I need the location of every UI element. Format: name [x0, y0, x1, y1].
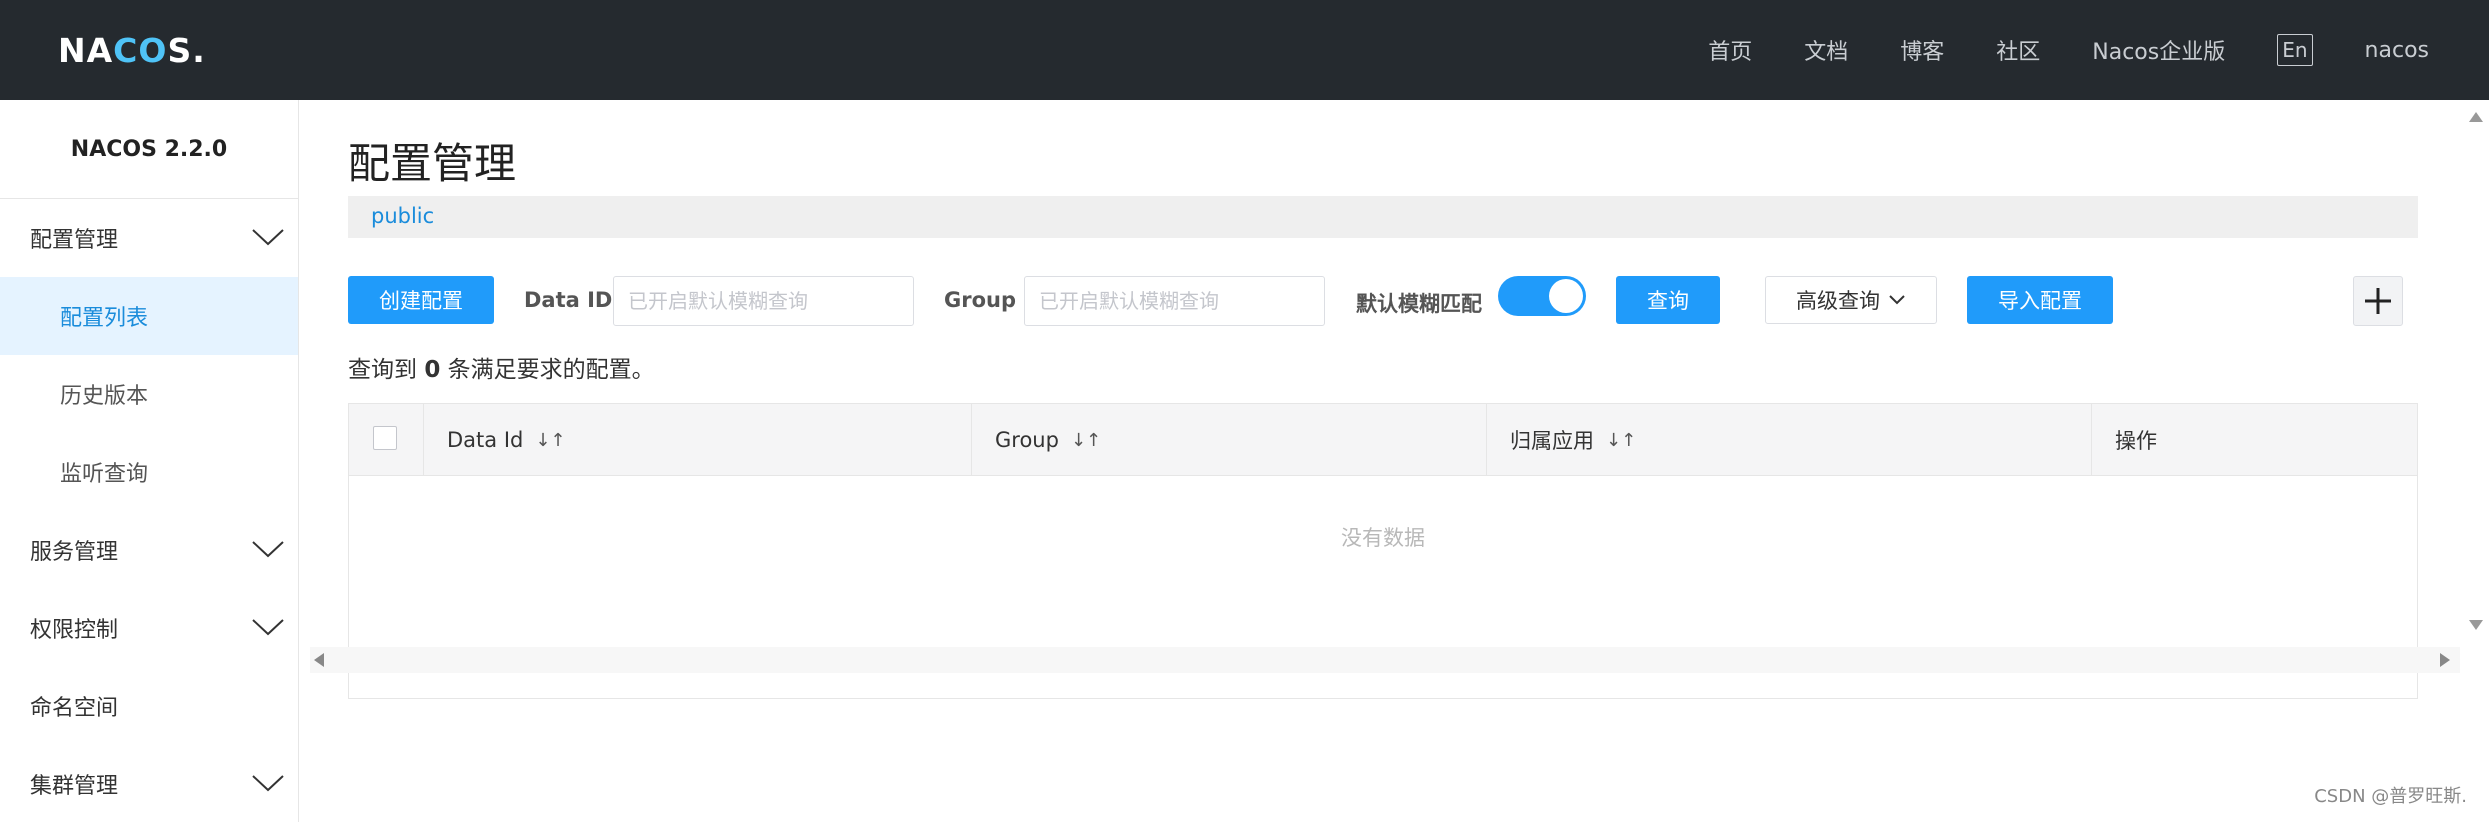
scroll-down-arrow-icon[interactable]: [2469, 620, 2483, 630]
result-count: 0: [424, 357, 441, 383]
column-label: Group: [995, 428, 1059, 452]
advanced-query-dropdown[interactable]: 高级查询: [1765, 276, 1937, 324]
fuzzy-match-label: 默认模糊匹配: [1356, 292, 1482, 316]
result-prefix: 查询到: [348, 357, 417, 383]
sidebar-item-cluster-management[interactable]: 集群管理: [0, 745, 298, 822]
horizontal-scrollbar[interactable]: [310, 647, 2460, 673]
result-suffix: 条满足要求的配置。: [447, 357, 655, 383]
namespace-link-public[interactable]: public: [371, 204, 434, 228]
empty-state-text: 没有数据: [1341, 526, 1425, 550]
sort-icon[interactable]: ↓↑: [1606, 430, 1636, 451]
import-config-button[interactable]: 导入配置: [1967, 276, 2113, 324]
chevron-down-icon: [1889, 295, 1905, 305]
sidebar-item-label: 命名空间: [30, 696, 119, 721]
sidebar-item-config-list[interactable]: 配置列表: [0, 277, 298, 355]
toggle-knob: [1549, 279, 1583, 313]
sidebar: NACOS 2.2.0 配置管理 配置列表 历史版本 监听查询 服务管理 权限控…: [0, 100, 299, 822]
table-header: Data Id ↓↑ Group ↓↑ 归属应用 ↓↑ 操作: [349, 404, 2417, 476]
query-button[interactable]: 查询: [1616, 276, 1720, 324]
data-id-input[interactable]: [613, 276, 914, 326]
logo-text-prefix: NA: [58, 30, 114, 70]
top-nav-links: 首页 文档 博客 社区 Nacos企业版 En nacos: [1656, 0, 2429, 100]
nav-home-link[interactable]: 首页: [1708, 34, 1752, 66]
sidebar-item-label: 配置管理: [30, 228, 119, 253]
chevron-down-icon: [252, 229, 284, 246]
query-result-summary: 查询到 0 条满足要求的配置。: [348, 350, 655, 384]
plus-icon: [2365, 288, 2391, 314]
scroll-right-arrow-icon[interactable]: [2440, 653, 2450, 667]
sidebar-item-label: 权限控制: [30, 618, 119, 643]
create-config-button[interactable]: 创建配置: [348, 276, 494, 324]
logo-text-suffix: S.: [167, 30, 206, 70]
sidebar-item-label: 监听查询: [60, 462, 149, 487]
sidebar-item-history[interactable]: 历史版本: [0, 355, 298, 433]
sidebar-item-service-management[interactable]: 服务管理: [0, 511, 298, 589]
column-header-app[interactable]: 归属应用 ↓↑: [1487, 404, 2092, 476]
fuzzy-match-toggle[interactable]: [1498, 276, 1586, 316]
namespace-bar: public: [348, 196, 2418, 238]
sidebar-item-listener-query[interactable]: 监听查询: [0, 433, 298, 511]
column-header-group[interactable]: Group ↓↑: [972, 404, 1487, 476]
scroll-up-arrow-icon[interactable]: [2469, 112, 2483, 122]
scroll-left-arrow-icon[interactable]: [314, 653, 324, 667]
page-title: 配置管理: [348, 139, 517, 188]
sidebar-item-config-management[interactable]: 配置管理: [0, 199, 298, 277]
column-label: 操作: [2115, 429, 2157, 453]
version-label: NACOS 2.2.0: [0, 100, 298, 199]
nacos-logo[interactable]: NA CO S.: [58, 30, 206, 70]
sort-icon[interactable]: ↓↑: [1071, 430, 1101, 451]
watermark-text: CSDN @普罗旺斯.: [2314, 786, 2467, 807]
nav-blog-link[interactable]: 博客: [1900, 34, 1944, 66]
column-label: Data Id: [447, 428, 524, 452]
language-toggle-button[interactable]: En: [2277, 34, 2313, 66]
nav-community-link[interactable]: 社区: [1996, 34, 2040, 66]
chevron-down-icon: [252, 775, 284, 792]
sidebar-item-label: 集群管理: [30, 774, 119, 799]
sidebar-item-label: 服务管理: [30, 540, 119, 565]
group-input[interactable]: [1024, 276, 1325, 326]
nav-enterprise-link[interactable]: Nacos企业版: [2092, 34, 2225, 66]
data-id-label: Data ID: [524, 288, 613, 312]
top-navbar: NA CO S. 首页 文档 博客 社区 Nacos企业版 En nacos: [0, 0, 2489, 100]
sidebar-item-label: 配置列表: [60, 306, 149, 331]
advanced-query-label: 高级查询: [1796, 289, 1880, 313]
sort-icon[interactable]: ↓↑: [535, 430, 565, 451]
select-all-checkbox[interactable]: [373, 426, 397, 450]
group-label: Group: [944, 288, 1017, 312]
sidebar-item-access-control[interactable]: 权限控制: [0, 589, 298, 667]
column-header-actions: 操作: [2092, 404, 2419, 476]
main-content: 配置管理 public 创建配置 Data ID Group 默认模糊匹配 查询…: [300, 100, 2460, 822]
chevron-down-icon: [252, 541, 284, 558]
select-all-column: [349, 404, 424, 476]
logo-text-oo: CO: [113, 30, 168, 70]
nav-docs-link[interactable]: 文档: [1804, 34, 1848, 66]
chevron-down-icon: [252, 619, 284, 636]
add-icon-button[interactable]: [2353, 276, 2403, 326]
vertical-scrollbar[interactable]: [2460, 100, 2489, 640]
column-header-data-id[interactable]: Data Id ↓↑: [424, 404, 972, 476]
sidebar-item-label: 历史版本: [60, 384, 149, 409]
sidebar-item-namespace[interactable]: 命名空间: [0, 667, 298, 745]
column-label: 归属应用: [1510, 429, 1594, 453]
user-menu[interactable]: nacos: [2365, 38, 2429, 63]
